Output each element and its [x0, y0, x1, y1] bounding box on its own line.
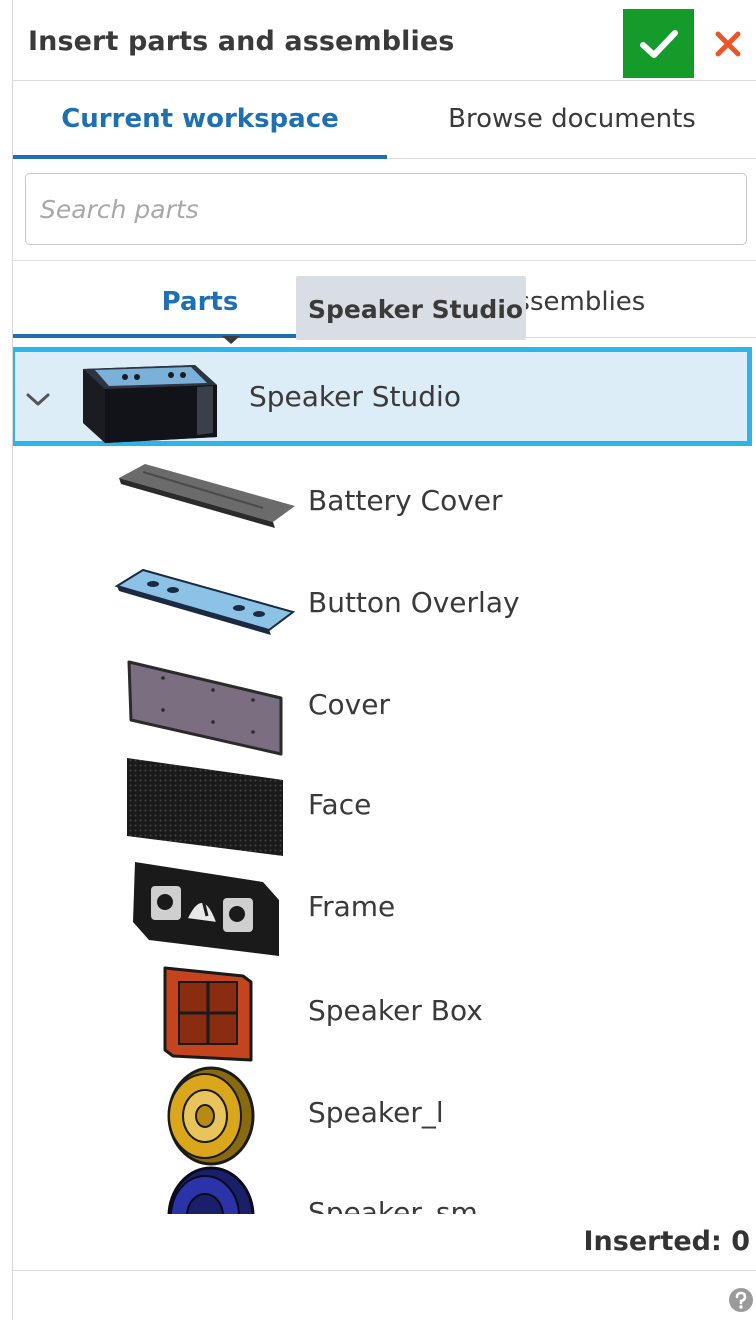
tab-current-workspace[interactable]: Current workspace — [13, 104, 387, 134]
tab-browse-documents[interactable]: Browse documents — [388, 104, 756, 134]
help-icon[interactable] — [728, 1287, 754, 1313]
search-input[interactable] — [25, 173, 747, 245]
part-row-cover[interactable]: Cover — [13, 658, 756, 758]
close-icon — [715, 31, 741, 57]
tooltip: Speaker Studio — [296, 276, 526, 340]
part-row-button-overlay[interactable]: Button Overlay — [13, 556, 756, 656]
part-label: Speaker_l — [308, 1096, 444, 1129]
speaker-studio-thumbnail — [83, 365, 217, 443]
frame-thumbnail — [133, 862, 279, 956]
cover-thumbnail — [127, 660, 283, 756]
face-thumbnail — [127, 758, 283, 856]
part-label: Speaker Box — [308, 994, 483, 1027]
search-divider — [13, 260, 756, 261]
speaker-sm-thumbnail — [167, 1166, 255, 1214]
part-label: Face — [308, 788, 372, 821]
check-icon — [639, 29, 678, 58]
close-button[interactable] — [706, 22, 750, 66]
speaker-l-thumbnail — [167, 1066, 255, 1166]
speaker-box-thumbnail — [163, 966, 253, 1062]
footer-divider — [13, 1270, 756, 1271]
part-row-speaker-sm[interactable]: Speaker_sm — [13, 1166, 756, 1214]
battery-cover-thumbnail — [119, 464, 295, 528]
dialog-title: Insert parts and assemblies — [28, 26, 455, 57]
part-label: Cover — [308, 688, 390, 721]
part-row-face[interactable]: Face — [13, 758, 756, 858]
assembly-label: Speaker Studio — [249, 380, 461, 413]
part-row-battery-cover[interactable]: Battery Cover — [13, 454, 756, 554]
active-type-tab-indicator — [13, 334, 297, 338]
header-divider — [13, 80, 756, 81]
part-label: Battery Cover — [308, 484, 503, 517]
part-row-speaker-box[interactable]: Speaker Box — [13, 964, 756, 1064]
assembly-row-speaker-studio[interactable]: Speaker Studio — [13, 347, 752, 446]
part-row-speaker-l[interactable]: Speaker_l — [13, 1066, 756, 1166]
part-label: Speaker_sm — [308, 1196, 478, 1214]
part-label: Frame — [308, 890, 396, 923]
inserted-count: Inserted: 0 — [583, 1226, 751, 1257]
parts-list[interactable]: Speaker Studio Battery Cover Button Over… — [13, 344, 756, 1214]
confirm-button[interactable] — [623, 9, 694, 78]
button-overlay-thumbnail — [114, 568, 296, 635]
chevron-down-icon[interactable] — [23, 386, 53, 412]
active-tab-indicator — [13, 155, 387, 159]
part-row-frame[interactable]: Frame — [13, 860, 756, 960]
part-label: Button Overlay — [308, 586, 520, 619]
tooltip-pointer — [222, 336, 240, 344]
